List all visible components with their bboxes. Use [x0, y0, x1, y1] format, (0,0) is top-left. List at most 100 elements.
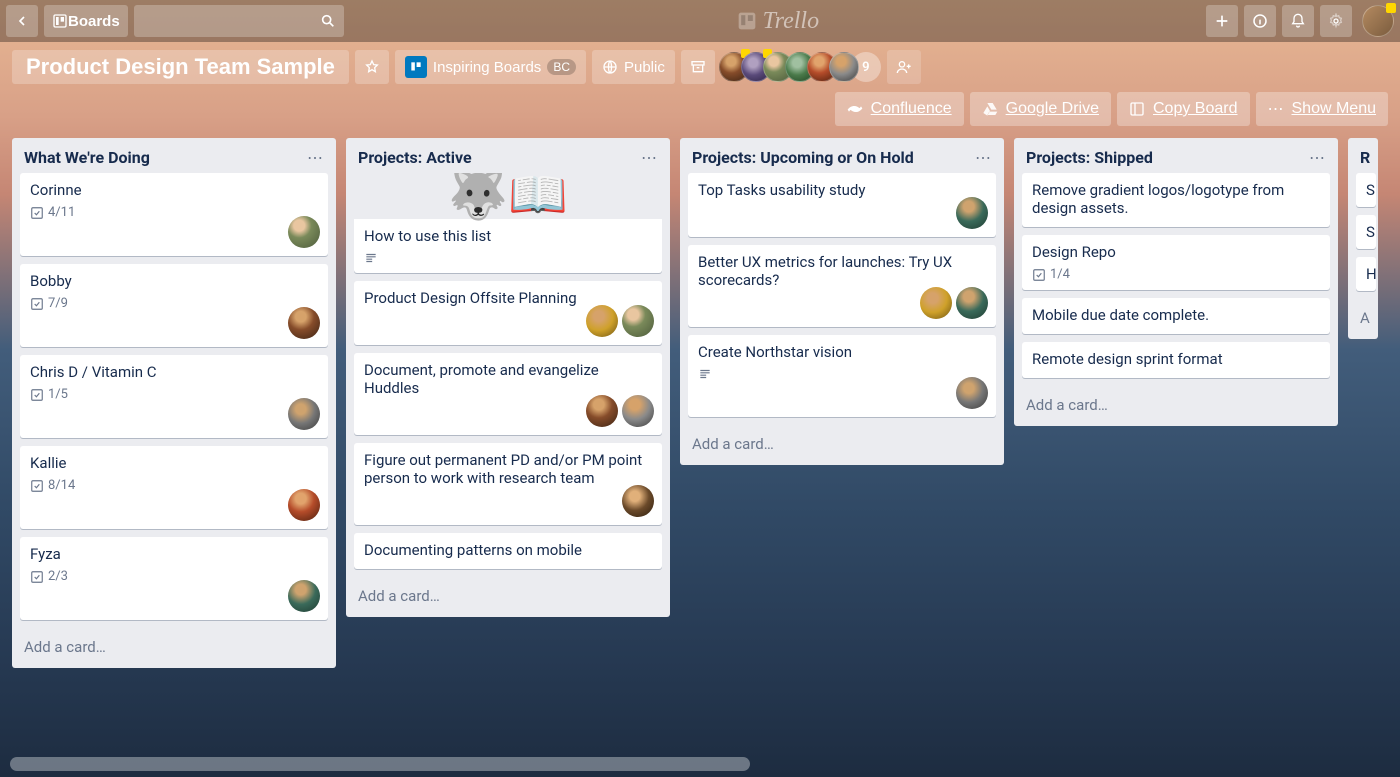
card-member-avatar[interactable]: [586, 305, 618, 337]
card[interactable]: Figure out permanent PD and/or PM point …: [354, 443, 662, 525]
team-button[interactable]: Inspiring Boards BC: [395, 50, 586, 84]
info-button[interactable]: [1244, 5, 1276, 37]
gdrive-icon: [982, 101, 998, 117]
card-member-avatar[interactable]: [288, 216, 320, 248]
card[interactable]: S: [1356, 215, 1376, 249]
card-member-avatar[interactable]: [586, 395, 618, 427]
star-button[interactable]: [355, 50, 389, 84]
card[interactable]: Design Repo 1/4: [1022, 235, 1330, 290]
card-title: Top Tasks usability study: [698, 181, 986, 199]
checklist-icon: [30, 479, 44, 493]
card[interactable]: Chris D / Vitamin C 1/5: [20, 355, 328, 438]
add-member-button[interactable]: [887, 50, 921, 84]
list-title[interactable]: Projects: Upcoming or On Hold: [692, 148, 914, 167]
board-members[interactable]: 9: [727, 52, 881, 82]
card-cover: 🐺📖: [354, 173, 662, 219]
list-menu-button[interactable]: ⋯: [641, 148, 658, 167]
card[interactable]: Better UX metrics for launches: Try UX s…: [688, 245, 996, 327]
visibility-button[interactable]: Public: [592, 50, 675, 84]
team-label: Inspiring Boards: [433, 59, 541, 76]
add-card-button[interactable]: Add a card…: [1014, 386, 1338, 426]
boards-label: Boards: [68, 13, 120, 30]
create-button[interactable]: [1206, 5, 1238, 37]
card-member-avatar[interactable]: [288, 307, 320, 339]
card[interactable]: H: [1356, 257, 1376, 291]
card[interactable]: Bobby 7/9: [20, 264, 328, 347]
list-menu-button[interactable]: ⋯: [975, 148, 992, 167]
board-title[interactable]: Product Design Team Sample: [12, 50, 349, 84]
card[interactable]: Top Tasks usability study: [688, 173, 996, 237]
globe-icon: [602, 59, 618, 75]
checklist-icon: [30, 388, 44, 402]
settings-button[interactable]: [1320, 5, 1352, 37]
checklist-icon: [30, 206, 44, 220]
search-icon: [320, 13, 336, 29]
add-card-button[interactable]: Add a card…: [680, 425, 1004, 465]
card-title: Figure out permanent PD and/or PM point …: [364, 451, 652, 487]
gdrive-button[interactable]: Google Drive: [970, 92, 1111, 126]
card[interactable]: Kallie 8/14: [20, 446, 328, 529]
search-input[interactable]: [134, 5, 344, 37]
back-button[interactable]: [6, 5, 38, 37]
card[interactable]: Remote design sprint format: [1022, 342, 1330, 378]
card-member-avatar[interactable]: [622, 395, 654, 427]
card-member-avatar[interactable]: [622, 485, 654, 517]
card-title: Create Northstar vision: [698, 343, 986, 361]
trello-logo[interactable]: Trello: [737, 8, 819, 35]
card-title: Design Repo: [1032, 243, 1320, 261]
list-peek[interactable]: R S S H A: [1348, 138, 1378, 339]
card[interactable]: S: [1356, 173, 1376, 207]
card[interactable]: Remove gradient logos/logotype from desi…: [1022, 173, 1330, 227]
member-avatar[interactable]: [829, 52, 859, 82]
board-actions: Confluence Google Drive Copy Board ⋯Show…: [0, 88, 1400, 128]
team-logo-icon: [405, 56, 427, 78]
card[interactable]: 🐺📖 How to use this list: [354, 173, 662, 273]
list-title[interactable]: What We're Doing: [24, 148, 150, 167]
card-title: Corinne: [30, 181, 318, 199]
card-member-avatar[interactable]: [622, 305, 654, 337]
card-title: Better UX metrics for launches: Try UX s…: [698, 253, 986, 289]
archive-button[interactable]: [681, 50, 715, 84]
add-user-icon: [896, 59, 912, 75]
board-canvas[interactable]: What We're Doing ⋯ Corinne 4/11 Bobby 7/9…: [0, 128, 1400, 753]
list-projects-active: Projects: Active ⋯ 🐺📖 How to use this lis…: [346, 138, 670, 617]
boards-button[interactable]: Boards: [44, 5, 128, 37]
card[interactable]: Create Northstar vision: [688, 335, 996, 417]
card[interactable]: Fyza 2/3: [20, 537, 328, 620]
list-menu-button[interactable]: ⋯: [307, 148, 324, 167]
add-card-button[interactable]: A: [1348, 299, 1378, 339]
bell-icon: [1290, 13, 1306, 29]
card-member-avatar[interactable]: [288, 489, 320, 521]
list-menu-button[interactable]: ⋯: [1309, 148, 1326, 167]
card[interactable]: Document, promote and evangelize Huddles: [354, 353, 662, 435]
checklist-count: 1/4: [1050, 267, 1070, 282]
confluence-button[interactable]: Confluence: [835, 92, 964, 126]
list-title[interactable]: Projects: Shipped: [1026, 148, 1153, 167]
info-icon: [1252, 13, 1268, 29]
checklist-count: 8/14: [48, 478, 75, 493]
card-member-avatar[interactable]: [956, 287, 988, 319]
card-member-avatar[interactable]: [956, 197, 988, 229]
user-avatar[interactable]: [1362, 5, 1394, 37]
board-header: Product Design Team Sample Inspiring Boa…: [0, 42, 1400, 88]
checklist-icon: [1032, 268, 1046, 282]
card-member-avatar[interactable]: [288, 580, 320, 612]
card-member-avatar[interactable]: [920, 287, 952, 319]
card[interactable]: Product Design Offsite Planning: [354, 281, 662, 345]
card-title: Bobby: [30, 272, 318, 290]
checklist-icon: [30, 297, 44, 311]
list-title[interactable]: Projects: Active: [358, 148, 472, 167]
add-card-button[interactable]: Add a card…: [12, 628, 336, 668]
husky-sticker-icon: 🐺📖: [354, 173, 662, 219]
card-member-avatar[interactable]: [288, 398, 320, 430]
card[interactable]: Corinne 4/11: [20, 173, 328, 256]
show-menu-button[interactable]: ⋯Show Menu: [1256, 92, 1389, 126]
card[interactable]: Mobile due date complete.: [1022, 298, 1330, 334]
add-card-button[interactable]: Add a card…: [346, 577, 670, 617]
card[interactable]: Documenting patterns on mobile: [354, 533, 662, 569]
card-member-avatar[interactable]: [956, 377, 988, 409]
visibility-label: Public: [624, 59, 665, 76]
copy-board-button[interactable]: Copy Board: [1117, 92, 1250, 126]
horizontal-scrollbar[interactable]: [10, 757, 750, 771]
notifications-button[interactable]: [1282, 5, 1314, 37]
